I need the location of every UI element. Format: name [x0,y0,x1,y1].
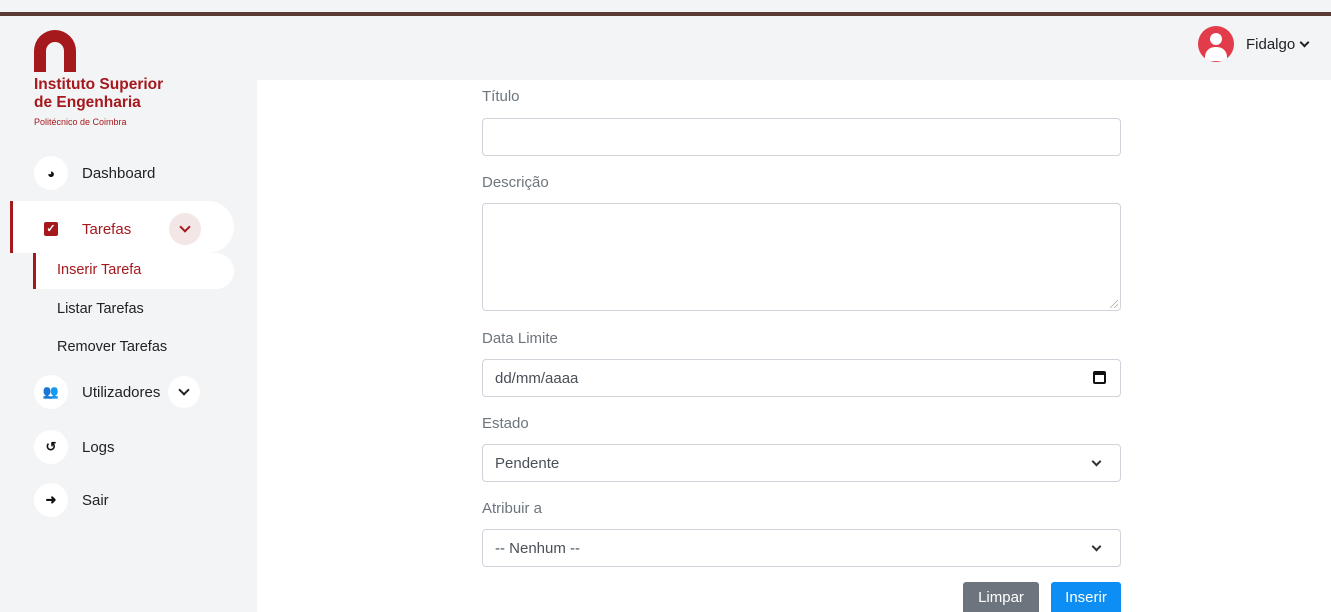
chevron-down-icon [1299,37,1310,47]
right-panel [1143,80,1331,612]
nav-utilizadores-label: Utilizadores [82,383,161,401]
nav-dashboard[interactable]: ◕ Dashboard [34,155,155,191]
nav-utilizadores[interactable]: 👥 Utilizadores [34,374,201,410]
utilizadores-toggle-button[interactable] [168,376,201,408]
estado-select[interactable]: Pendente [482,444,1121,482]
estado-selected: Pendente [495,454,560,472]
insert-button[interactable]: Inserir [1051,582,1121,612]
atribuir-select[interactable]: -- Nenhum -- [482,529,1121,567]
chevron-down-icon [178,384,191,396]
sign-out-icon: ➜ [34,483,68,517]
titulo-label: Título [482,88,520,105]
atribuir-selected: -- Nenhum -- [495,539,581,557]
logo-icon [34,30,76,72]
nav-logs[interactable]: ↺ Logs [34,429,115,465]
chevron-down-icon [1091,541,1102,552]
user-icon [1198,26,1234,62]
dashboard-gauge-icon: ◕ [34,156,68,190]
chevron-down-icon [1091,456,1102,467]
data-limite-input[interactable]: dd/mm/aaaa [482,359,1121,397]
chevron-down-icon [179,221,191,233]
nav-inserir-tarefa[interactable]: Inserir Tarefa [57,262,141,278]
users-icon: 👥 [34,375,68,409]
check-square-icon: ✓ [44,222,58,236]
top-border [0,12,1331,16]
nav-dashboard-label: Dashboard [82,164,156,182]
nav-sair[interactable]: ➜ Sair [34,482,109,518]
resize-grip-icon[interactable] [1110,300,1118,308]
history-icon: ↺ [34,430,68,464]
tarefas-toggle-button[interactable] [169,213,202,245]
nav-listar-tarefas[interactable]: Listar Tarefas [57,301,144,317]
brand-name-line1: Instituto Superior [34,76,164,93]
nav-sair-label: Sair [82,491,109,509]
nav-tarefas[interactable]: ✓ Tarefas [34,211,202,247]
descricao-textarea[interactable] [482,203,1121,311]
nav-tarefas-icon-wrap: ✓ [34,212,68,246]
nav-remover-tarefas[interactable]: Remover Tarefas [57,339,167,355]
clear-button[interactable]: Limpar [963,582,1039,612]
descricao-label: Descrição [482,174,549,191]
titulo-input[interactable] [482,118,1121,156]
user-name: Fidalgo [1246,35,1296,53]
estado-label: Estado [482,415,529,432]
brand-name-line2: de Engenharia [34,94,141,111]
user-menu[interactable]: Fidalgo [1198,26,1310,62]
nav-tarefas-label: Tarefas [82,220,132,238]
calendar-icon[interactable] [1093,371,1106,384]
nav-logs-label: Logs [82,438,115,456]
atribuir-label: Atribuir a [482,500,543,517]
brand-subtitle: Politécnico de Coimbra [34,117,127,127]
data-limite-placeholder: dd/mm/aaaa [495,369,579,387]
brand-name: Instituto Superior de Engenharia [34,76,163,112]
data-limite-label: Data Limite [482,330,558,347]
